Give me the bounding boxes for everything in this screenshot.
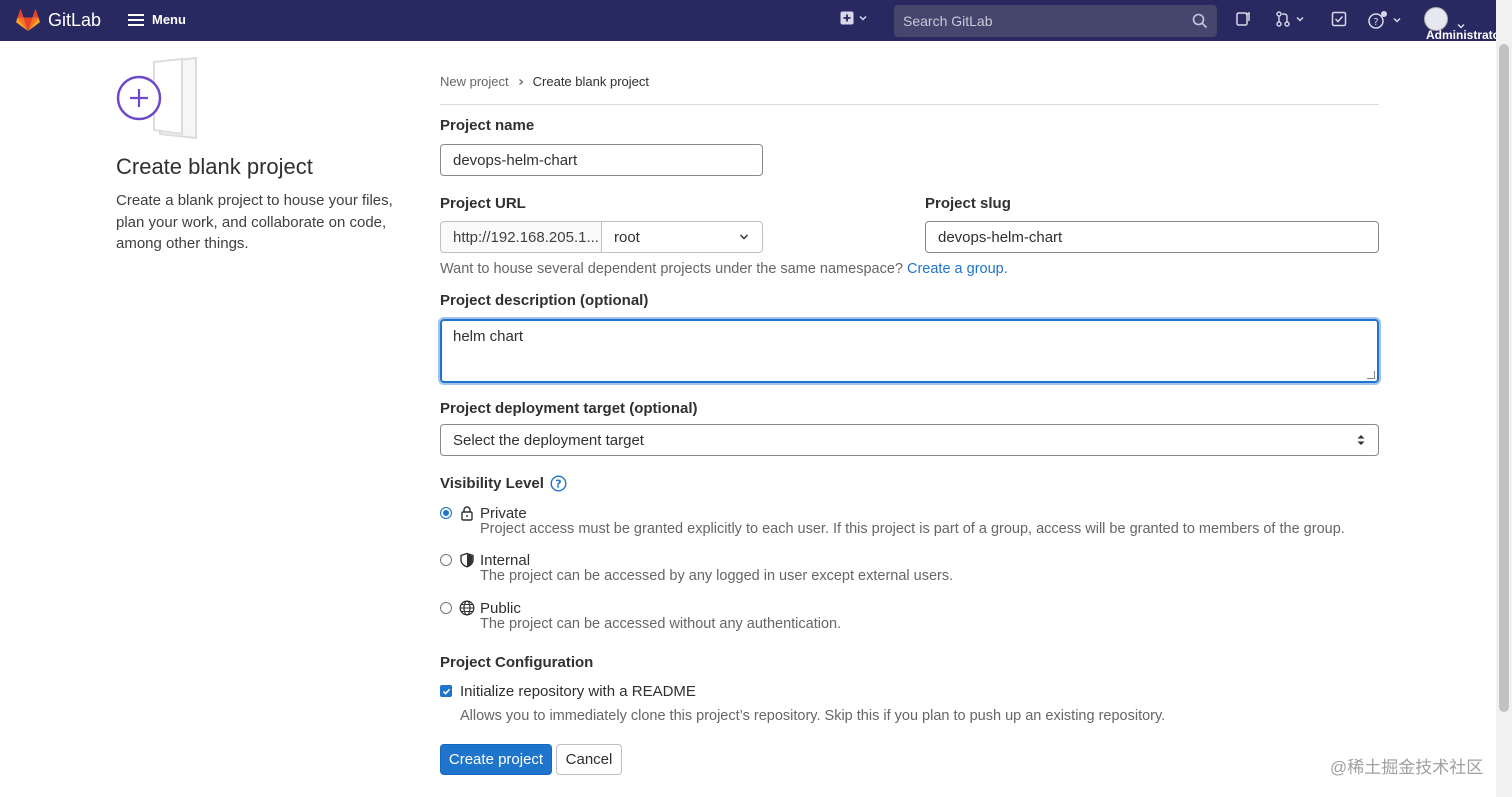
project-url-label: Project URL: [440, 195, 526, 212]
cancel-button[interactable]: Cancel: [556, 744, 622, 775]
issues-icon: [1236, 11, 1250, 26]
visibility-level-label: Visibility Level: [440, 475, 544, 492]
breadcrumb-new-project-link[interactable]: New project: [440, 74, 509, 89]
app-name: GitLab: [48, 10, 102, 30]
help-icon: ?: [1368, 11, 1387, 29]
deployment-target-select[interactable]: Select the deployment target: [440, 424, 1379, 456]
namespace-select[interactable]: root: [601, 221, 763, 253]
visibility-internal-radio[interactable]: [440, 554, 452, 566]
create-group-link[interactable]: Create a group.: [907, 261, 1008, 277]
shield-icon: [460, 552, 474, 568]
plus-square-icon: [840, 11, 854, 25]
visibility-public-title: Public: [480, 600, 521, 617]
search-box[interactable]: [894, 5, 1217, 37]
project-name-input[interactable]: devops-helm-chart: [440, 144, 763, 176]
page-description: Create a blank project to house your fil…: [116, 192, 393, 252]
question-circle-icon[interactable]: ?: [550, 475, 567, 492]
namespace-help-text: Want to house several dependent projects…: [440, 261, 1008, 277]
top-navbar: GitLab Menu ? Administrator: [0, 0, 1505, 42]
help-button[interactable]: ?: [1368, 11, 1402, 29]
checkmark-icon: [442, 688, 450, 695]
project-slug-input[interactable]: devops-helm-chart: [925, 221, 1379, 253]
issues-button[interactable]: [1235, 11, 1251, 27]
hamburger-icon: [128, 13, 144, 26]
project-description-textarea[interactable]: helm chart: [440, 319, 1379, 383]
watermark-text: @稀土掘金技术社区: [1330, 758, 1484, 777]
namespace-help-message: Want to house several dependent projects…: [440, 261, 903, 277]
project-slug-label: Project slug: [925, 195, 1011, 212]
visibility-public-description: The project can be accessed without any …: [480, 616, 842, 632]
resize-handle-icon[interactable]: [1367, 371, 1375, 379]
visibility-public-radio[interactable]: [440, 602, 452, 614]
merge-requests-button[interactable]: [1275, 11, 1305, 27]
menu-label: Menu: [152, 12, 186, 27]
visibility-internal-title: Internal: [480, 552, 531, 569]
user-name-label: Administrator: [1426, 28, 1505, 42]
deployment-target-label: Project deployment target (optional): [440, 400, 698, 417]
scrollbar-thumb[interactable]: [1499, 44, 1509, 712]
gitlab-home-link[interactable]: GitLab: [16, 9, 101, 32]
visibility-internal-description: The project can be accessed by any logge…: [480, 568, 954, 584]
globe-icon: [459, 600, 475, 616]
project-url-prefix: http://192.168.205.1...: [440, 221, 602, 253]
todo-check-icon: [1331, 11, 1347, 27]
lock-icon: [461, 506, 473, 521]
visibility-private-title: Private: [480, 505, 527, 522]
page-scrollbar[interactable]: [1496, 0, 1512, 797]
chevron-right-icon: [518, 78, 524, 85]
menu-button[interactable]: Menu: [128, 12, 186, 27]
search-icon: [1192, 13, 1208, 29]
gitlab-logo-icon: [16, 9, 40, 31]
page-title: Create blank project: [116, 154, 313, 179]
breadcrumb-divider: [440, 104, 1379, 105]
todos-button[interactable]: [1331, 11, 1347, 27]
blank-project-illustration-icon: [116, 56, 197, 140]
search-input[interactable]: [903, 13, 1183, 29]
svg-text:?: ?: [555, 478, 561, 491]
deployment-target-value: Select the deployment target: [453, 431, 644, 449]
chevron-down-icon: [1296, 16, 1304, 22]
sort-arrows-icon: [1357, 435, 1365, 445]
initialize-readme-label[interactable]: Initialize repository with a README: [460, 683, 696, 700]
chevron-down-icon: [1393, 17, 1401, 23]
svg-text:?: ?: [1373, 17, 1378, 28]
visibility-level-heading: Visibility Level ?: [440, 475, 567, 492]
breadcrumb-current: Create blank project: [532, 74, 649, 89]
project-description-label: Project description (optional): [440, 292, 649, 309]
chevron-down-icon: [739, 234, 749, 240]
project-name-label: Project name: [440, 117, 535, 134]
new-dropdown-button[interactable]: [840, 11, 868, 25]
create-project-button[interactable]: Create project: [440, 744, 552, 775]
merge-request-icon: [1276, 11, 1290, 27]
breadcrumb: New project Create blank project: [440, 74, 649, 89]
project-description-value: helm chart: [453, 328, 524, 345]
visibility-private-description: Project access must be granted explicitl…: [480, 521, 1345, 537]
initialize-readme-checkbox[interactable]: [440, 685, 452, 697]
initialize-readme-help: Allows you to immediately clone this pro…: [460, 708, 1166, 724]
chevron-down-icon: [859, 15, 867, 21]
project-configuration-label: Project Configuration: [440, 654, 594, 671]
visibility-private-radio[interactable]: [440, 507, 452, 519]
namespace-value: root: [614, 228, 640, 246]
